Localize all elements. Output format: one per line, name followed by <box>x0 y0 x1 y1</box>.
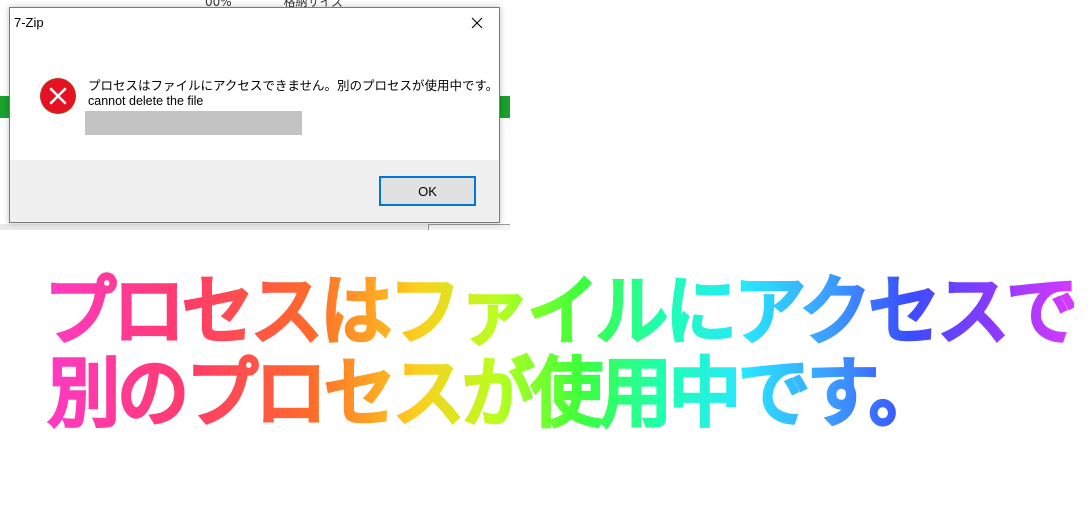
error-message: プロセスはファイルにアクセスできません。別のプロセスが使用中です。 <box>88 78 499 93</box>
error-detail: cannot delete the file <box>88 94 204 108</box>
dialog-titlebar[interactable]: 7-Zip <box>10 8 499 38</box>
error-dialog: 7-Zip プロセスはファイルにアクセスできません。別のプロセスが使用中です。 … <box>9 7 500 223</box>
redacted-file-path <box>85 111 302 135</box>
screenshot-stage: 00% 格納サイズ 7-Zip プロセスはファイルにアクセスできません。別のプロ… <box>0 0 1092 525</box>
dialog-title: 7-Zip <box>14 15 44 30</box>
close-icon <box>471 17 483 29</box>
dialog-footer: OK <box>10 160 499 222</box>
background-column-headers: 00% 格納サイズ <box>205 0 391 9</box>
ok-button[interactable]: OK <box>379 176 476 206</box>
background-progress-bar-right <box>500 96 510 118</box>
close-button[interactable] <box>455 8 499 38</box>
banner-line-2: 別のプロセスが使用中です。 <box>44 349 1074 437</box>
error-icon <box>40 78 76 114</box>
rainbow-banner: プロセスはファイルにアクセスできません。 別のプロセスが使用中です。 <box>43 266 1092 437</box>
dialog-content: プロセスはファイルにアクセスできません。別のプロセスが使用中です。 cannot… <box>10 38 499 162</box>
background-window-control <box>428 224 510 230</box>
banner-line-1: プロセスはファイルにアクセスできません。 <box>43 266 1092 356</box>
